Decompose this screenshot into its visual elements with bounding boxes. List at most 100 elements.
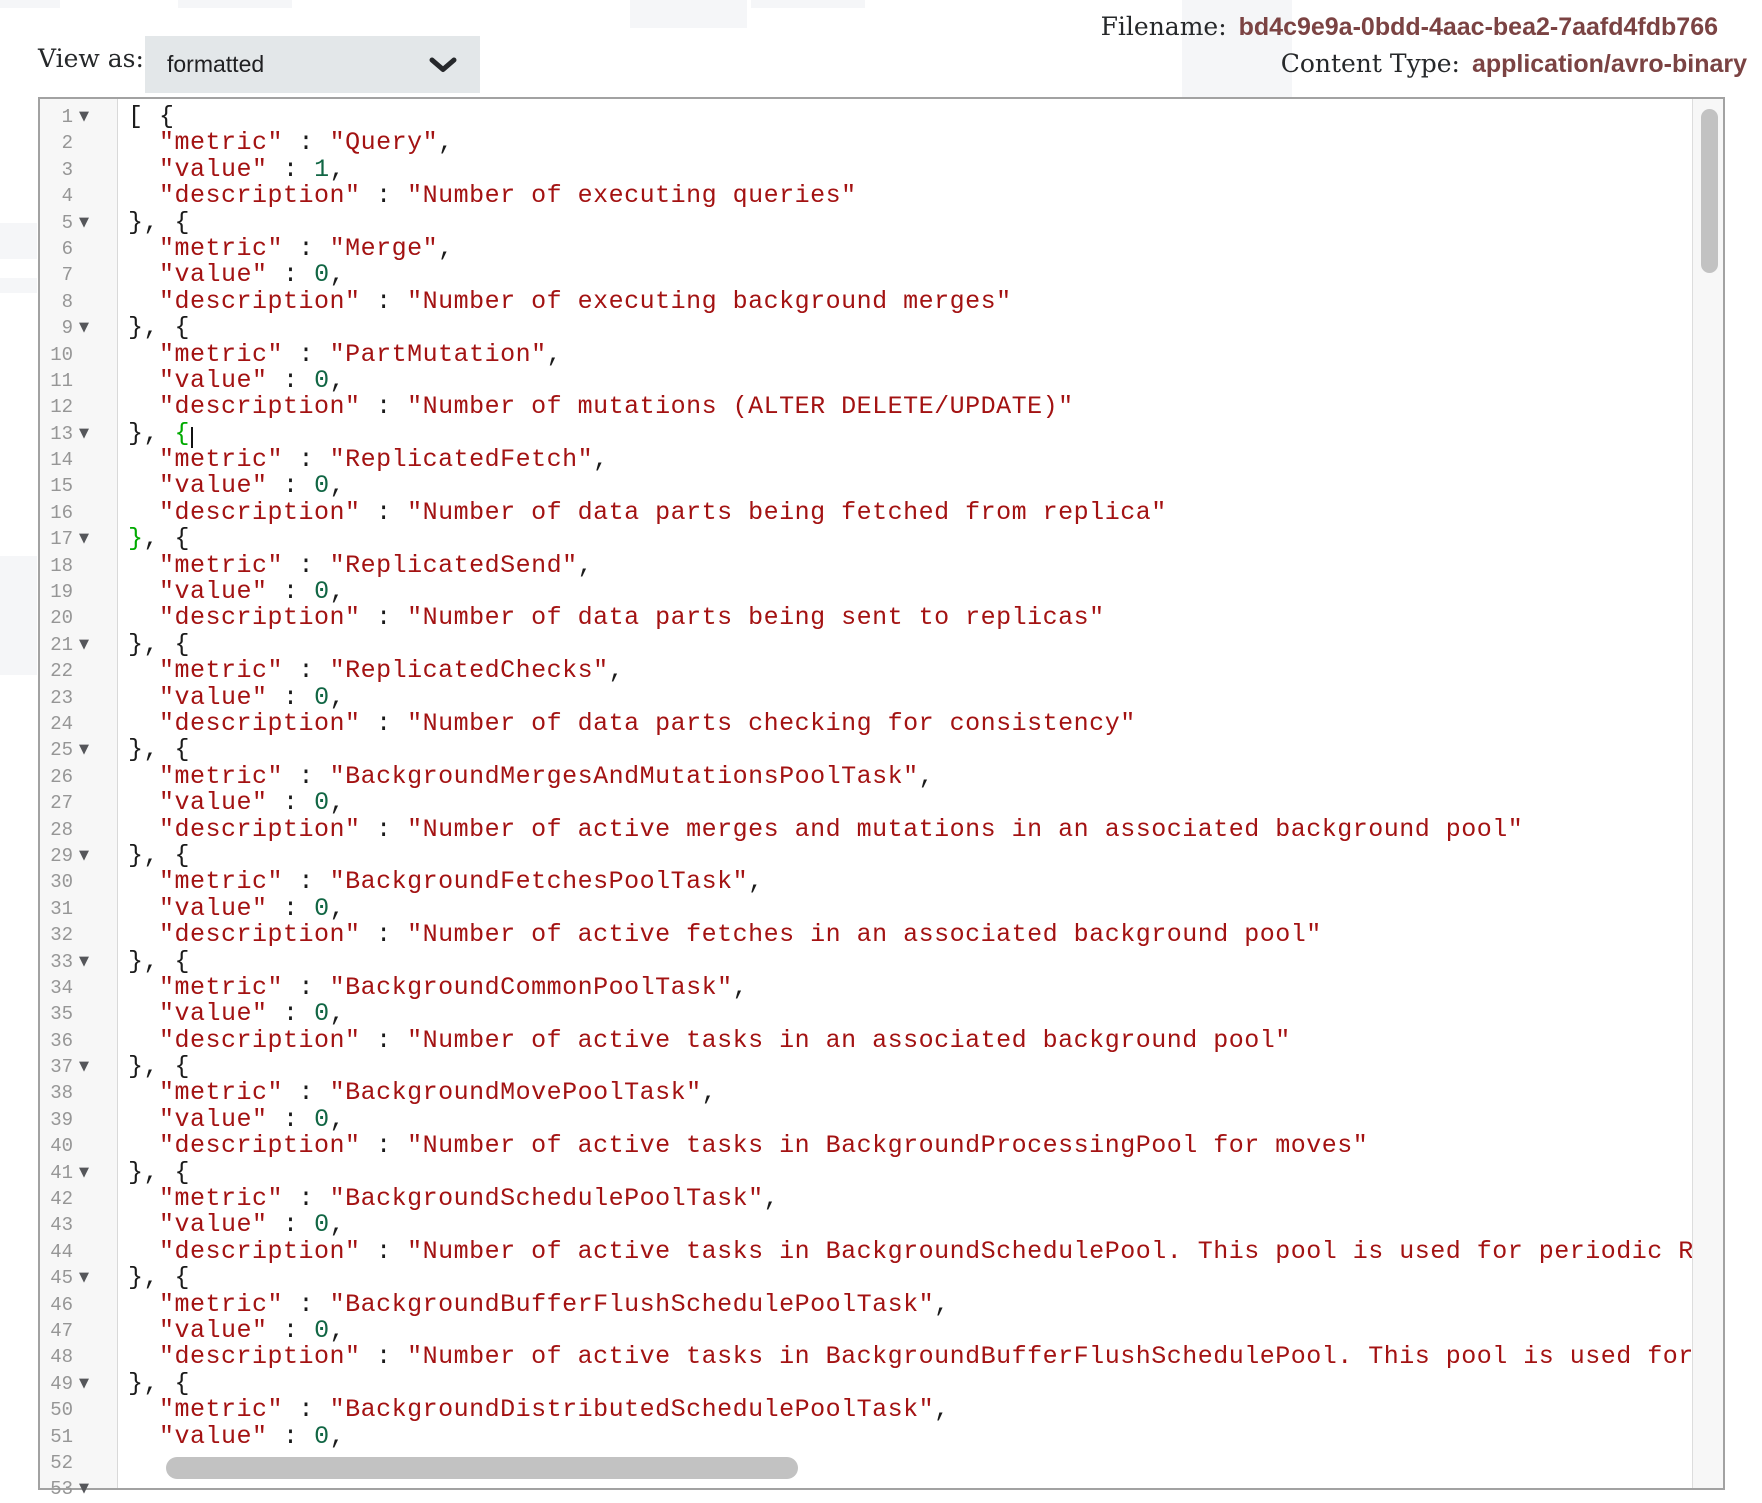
fold-arrow-icon[interactable]: ▼ xyxy=(79,210,89,236)
code-line[interactable]: "value" : 0, xyxy=(118,1212,1692,1238)
code-line[interactable]: "metric" : "BackgroundSchedulePoolTask", xyxy=(118,1186,1692,1212)
code-line[interactable]: "metric" : "BackgroundMergesAndMutations… xyxy=(118,764,1692,790)
view-as-select[interactable]: formatted xyxy=(145,36,480,93)
code-token: "value" xyxy=(159,260,268,289)
line-number: 25 xyxy=(50,739,73,761)
code-line[interactable]: "description" : "Number of active merges… xyxy=(118,817,1692,843)
code-line[interactable]: "value" : 0, xyxy=(118,368,1692,394)
code-line[interactable]: }, { xyxy=(118,1160,1692,1186)
code-token: : xyxy=(268,1105,315,1134)
code-line[interactable]: "metric" : "BackgroundCommonPoolTask", xyxy=(118,975,1692,1001)
code-line[interactable]: "value" : 0, xyxy=(118,685,1692,711)
code-line[interactable]: "metric" : "ReplicatedFetch", xyxy=(118,447,1692,473)
code-line[interactable]: "metric" : "ReplicatedChecks", xyxy=(118,658,1692,684)
code-line[interactable]: }, { xyxy=(118,843,1692,869)
code-line[interactable]: "value" : 0, xyxy=(118,790,1692,816)
code-line[interactable]: "description" : "Number of mutations (AL… xyxy=(118,394,1692,420)
code-line[interactable]: }, { xyxy=(118,1054,1692,1080)
fold-arrow-icon[interactable]: ▼ xyxy=(79,949,89,975)
code-line[interactable]: "metric" : "Query", xyxy=(118,130,1692,156)
code-token: "description" xyxy=(159,498,361,527)
code-token xyxy=(128,894,159,923)
horizontal-scrollbar-thumb[interactable] xyxy=(166,1457,798,1479)
code-token xyxy=(128,762,159,791)
code-line[interactable]: "metric" : "Merge", xyxy=(118,236,1692,262)
code-line[interactable]: [ { xyxy=(118,104,1692,130)
code-token: : xyxy=(268,260,315,289)
code-token: 0 xyxy=(314,999,330,1028)
code-line[interactable]: "metric" : "ReplicatedSend", xyxy=(118,553,1692,579)
line-number: 36 xyxy=(50,1030,73,1052)
filename-label: Filename: xyxy=(1101,12,1227,41)
gutter-row: 5▼ xyxy=(40,210,117,236)
line-number: 47 xyxy=(50,1320,73,1342)
code-token: "BackgroundFetchesPoolTask" xyxy=(330,867,749,896)
code-line[interactable]: }, { xyxy=(118,1265,1692,1291)
fold-arrow-icon[interactable]: ▼ xyxy=(79,104,89,130)
code-line[interactable]: }, { xyxy=(118,737,1692,763)
code-token: "Merge" xyxy=(330,234,439,263)
code-token: : xyxy=(268,1316,315,1345)
code-line[interactable]: "value" : 0, xyxy=(118,1001,1692,1027)
code-line[interactable]: "description" : "Number of active tasks … xyxy=(118,1344,1692,1370)
code-token xyxy=(128,709,159,738)
code-line[interactable]: }, { xyxy=(118,949,1692,975)
code-line[interactable]: }, { xyxy=(118,632,1692,658)
code-line[interactable]: "description" : "Number of executing bac… xyxy=(118,289,1692,315)
code-line[interactable]: }, { xyxy=(118,315,1692,341)
code-token: }, { xyxy=(128,1158,190,1187)
code-token: : xyxy=(361,1026,408,1055)
code-line[interactable]: "description" : "Number of active tasks … xyxy=(118,1133,1692,1159)
fold-arrow-icon[interactable]: ▼ xyxy=(79,1371,89,1397)
fold-arrow-icon[interactable]: ▼ xyxy=(79,843,89,869)
code-line[interactable]: "description" : "Number of active tasks … xyxy=(118,1028,1692,1054)
fold-arrow-icon[interactable]: ▼ xyxy=(79,1476,89,1502)
code-line[interactable]: "value" : 0, xyxy=(118,473,1692,499)
fold-arrow-icon[interactable]: ▼ xyxy=(79,421,89,447)
code-token: "Number of active tasks in BackgroundBuf… xyxy=(407,1342,1692,1371)
code-line[interactable]: "metric" : "PartMutation", xyxy=(118,342,1692,368)
code-token: : xyxy=(361,181,408,210)
code-line[interactable]: "metric" : "BackgroundDistributedSchedul… xyxy=(118,1397,1692,1423)
code-line[interactable]: "description" : "Number of data parts be… xyxy=(118,500,1692,526)
code-line[interactable]: }, { xyxy=(118,421,1692,447)
code-line[interactable]: "metric" : "BackgroundFetchesPoolTask", xyxy=(118,869,1692,895)
fold-arrow-icon[interactable]: ▼ xyxy=(79,315,89,341)
line-number: 6 xyxy=(62,238,73,260)
code-line[interactable]: "description" : "Number of active fetche… xyxy=(118,922,1692,948)
code-line[interactable]: "value" : 0, xyxy=(118,262,1692,288)
code-line[interactable]: "value" : 0, xyxy=(118,1318,1692,1344)
code-line[interactable]: "metric" : "BackgroundBufferFlushSchedul… xyxy=(118,1292,1692,1318)
fold-arrow-icon[interactable]: ▼ xyxy=(79,632,89,658)
fold-arrow-icon[interactable]: ▼ xyxy=(79,737,89,763)
code-line[interactable]: "description" : "Number of data parts ch… xyxy=(118,711,1692,737)
json-editor[interactable]: 1▼2345▼6789▼10111213▼14151617▼18192021▼2… xyxy=(38,97,1725,1490)
line-number: 53 xyxy=(50,1478,73,1500)
code-line[interactable]: "description" : "Number of data parts be… xyxy=(118,605,1692,631)
code-line[interactable]: "value" : 0, xyxy=(118,579,1692,605)
code-line[interactable]: "value" : 0, xyxy=(118,1107,1692,1133)
fold-arrow-icon[interactable]: ▼ xyxy=(79,1160,89,1186)
code-line[interactable]: }, { xyxy=(118,210,1692,236)
code-token: , xyxy=(438,234,454,263)
line-number: 51 xyxy=(50,1426,73,1448)
vertical-scrollbar-thumb[interactable] xyxy=(1701,109,1718,273)
gutter-row: 32 xyxy=(40,922,117,948)
code-line[interactable]: }, { xyxy=(118,1371,1692,1397)
code-token xyxy=(128,260,159,289)
fold-arrow-icon[interactable]: ▼ xyxy=(79,1054,89,1080)
code-line[interactable]: "value" : 0, xyxy=(118,1424,1692,1450)
code-line[interactable]: "value" : 1, xyxy=(118,157,1692,183)
fold-arrow-icon[interactable]: ▼ xyxy=(79,1265,89,1291)
code-token xyxy=(128,683,159,712)
code-token: "value" xyxy=(159,1422,268,1451)
line-number: 9 xyxy=(62,317,73,339)
code-line[interactable]: "description" : "Number of executing que… xyxy=(118,183,1692,209)
fold-arrow-icon[interactable]: ▼ xyxy=(79,526,89,552)
code-line[interactable]: "metric" : "BackgroundMovePoolTask", xyxy=(118,1080,1692,1106)
code-line[interactable]: }, { xyxy=(118,526,1692,552)
editor-code-area[interactable]: [ { "metric" : "Query", "value" : 1, "de… xyxy=(118,99,1692,1488)
code-line[interactable]: "value" : 0, xyxy=(118,896,1692,922)
code-line[interactable]: "description" : "Number of active tasks … xyxy=(118,1239,1692,1265)
editor-gutter: 1▼2345▼6789▼10111213▼14151617▼18192021▼2… xyxy=(40,99,118,1488)
